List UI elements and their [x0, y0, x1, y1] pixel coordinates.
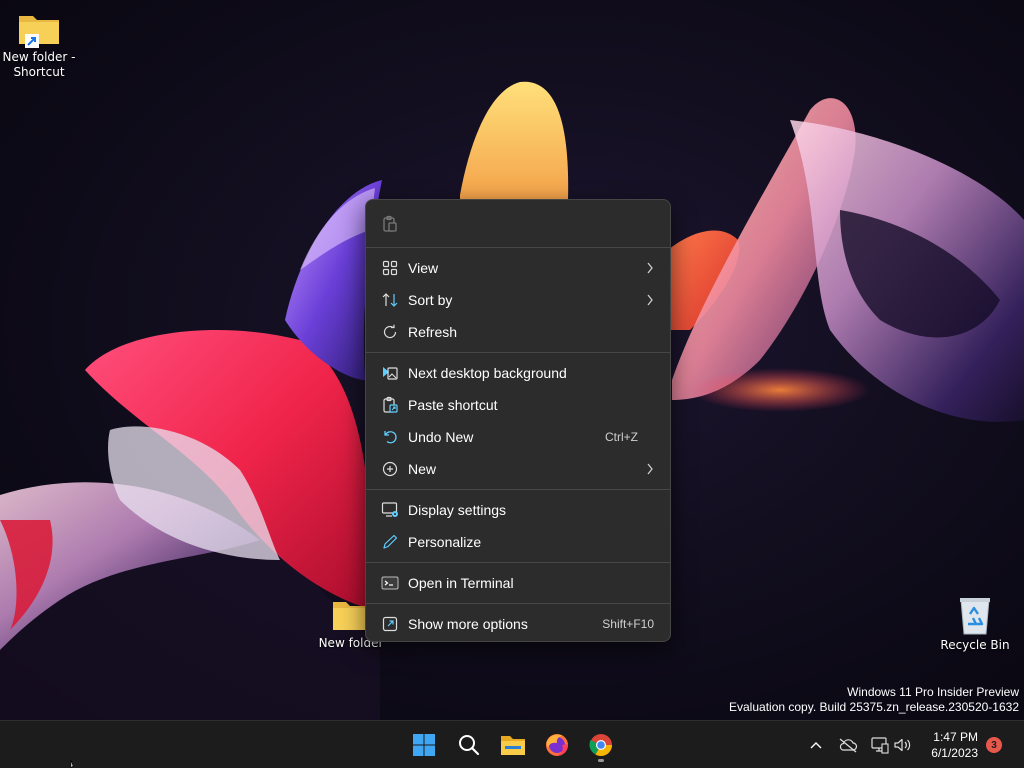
menu-item-label: New	[408, 461, 437, 477]
new-plus-icon	[382, 461, 398, 477]
firefox-icon	[546, 734, 568, 756]
running-indicator	[598, 759, 604, 762]
menu-item-refresh[interactable]: Refresh	[370, 316, 666, 348]
desktop-context-menu: View Sort by Refresh Next desktop backgr…	[365, 199, 671, 642]
menu-item-label: Display settings	[408, 502, 507, 518]
show-hidden-icons-button[interactable]	[806, 735, 826, 755]
paste-icon	[383, 215, 397, 232]
clock[interactable]: 1:47 PM 6/1/2023	[931, 729, 978, 761]
menu-item-view[interactable]: View	[370, 252, 666, 284]
taskbar: 1:47 PM 6/1/2023 3	[0, 720, 1024, 768]
desktop-icon-new-folder-shortcut[interactable]: New folder - Shortcut	[1, 12, 77, 80]
folder-shortcut-icon	[17, 12, 61, 48]
menu-item-new[interactable]: New	[370, 453, 666, 485]
network-button[interactable]	[870, 735, 890, 755]
search-button[interactable]	[451, 727, 487, 763]
quick-action-bar	[366, 200, 670, 247]
search-icon	[459, 735, 480, 756]
menu-item-show-more-options[interactable]: Show more options Shift+F10	[370, 608, 666, 640]
undo-icon	[384, 431, 397, 444]
chevron-right-icon	[647, 262, 653, 274]
menu-item-label: Personalize	[408, 534, 482, 550]
menu-item-shortcut: Ctrl+Z	[605, 430, 638, 444]
menu-item-label: Open in Terminal	[408, 575, 514, 591]
watermark-line-2: Evaluation copy. Build 25375.zn_release.…	[729, 700, 1019, 714]
cloud-offline-icon	[839, 738, 858, 753]
menu-item-personalize[interactable]: Personalize	[370, 526, 666, 558]
menu-item-label: Next desktop background	[408, 365, 567, 381]
recycle-bin-icon	[955, 596, 995, 636]
menu-item-label: Undo New	[408, 429, 474, 445]
paste-button[interactable]	[380, 214, 400, 234]
start-button[interactable]	[406, 727, 442, 763]
chevron-right-icon	[647, 463, 653, 475]
clock-time: 1:47 PM	[933, 730, 978, 744]
menu-item-label: Refresh	[408, 324, 458, 340]
menu-item-display-settings[interactable]: Display settings	[370, 494, 666, 526]
notification-badge[interactable]: 3	[986, 737, 1002, 753]
menu-item-shortcut: Shift+F10	[602, 617, 654, 631]
menu-item-next-desktop-background[interactable]: Next desktop background	[370, 357, 666, 389]
menu-item-label: View	[408, 260, 439, 276]
desktop-icon-recycle-bin[interactable]: Recycle Bin	[937, 596, 1013, 653]
volume-button[interactable]	[893, 735, 913, 755]
refresh-icon	[383, 324, 397, 339]
watermark-line-1: Windows 11 Pro Insider Preview	[847, 685, 1019, 699]
windows-start-icon	[413, 734, 435, 756]
terminal-icon	[381, 576, 399, 590]
volume-icon	[894, 738, 911, 752]
menu-item-undo-new[interactable]: Undo New Ctrl+Z	[370, 421, 666, 453]
evaluation-watermark: Windows 11 Pro Insider Preview Evaluatio…	[729, 685, 1019, 715]
network-icon	[871, 737, 889, 754]
menu-item-label: Paste shortcut	[408, 397, 498, 413]
menu-separator	[366, 352, 670, 353]
desktop-icon-label: Recycle Bin	[940, 638, 1010, 652]
paste-shortcut-icon	[383, 396, 398, 413]
chevron-right-icon	[647, 294, 653, 306]
display-settings-icon	[381, 502, 398, 517]
next-background-icon	[383, 367, 398, 380]
chrome-icon	[589, 734, 612, 756]
file-explorer-button[interactable]	[495, 727, 531, 763]
menu-separator	[366, 562, 670, 563]
mouse-cursor-icon	[70, 760, 74, 768]
chrome-button[interactable]	[583, 727, 619, 763]
menu-item-label: Show more options	[408, 616, 528, 632]
sort-icon	[382, 293, 398, 307]
menu-separator	[366, 603, 670, 604]
menu-item-paste-shortcut[interactable]: Paste shortcut	[370, 389, 666, 421]
menu-item-label: Sort by	[408, 292, 453, 308]
onedrive-status-button[interactable]	[838, 735, 858, 755]
clock-date: 6/1/2023	[931, 746, 978, 760]
menu-item-sort-by[interactable]: Sort by	[370, 284, 666, 316]
desktop-icon-label: New folder - Shortcut	[2, 50, 76, 79]
pen-icon	[383, 534, 398, 549]
more-options-icon	[382, 616, 398, 632]
firefox-button[interactable]	[539, 727, 575, 763]
view-grid-icon	[382, 260, 398, 276]
file-explorer-icon	[501, 736, 525, 755]
chevron-up-icon	[810, 742, 822, 749]
desktop[interactable]: New folder - Shortcut New folder Recycle…	[0, 0, 1024, 720]
menu-separator	[366, 247, 670, 248]
menu-item-open-in-terminal[interactable]: Open in Terminal	[370, 567, 666, 599]
menu-separator	[366, 489, 670, 490]
